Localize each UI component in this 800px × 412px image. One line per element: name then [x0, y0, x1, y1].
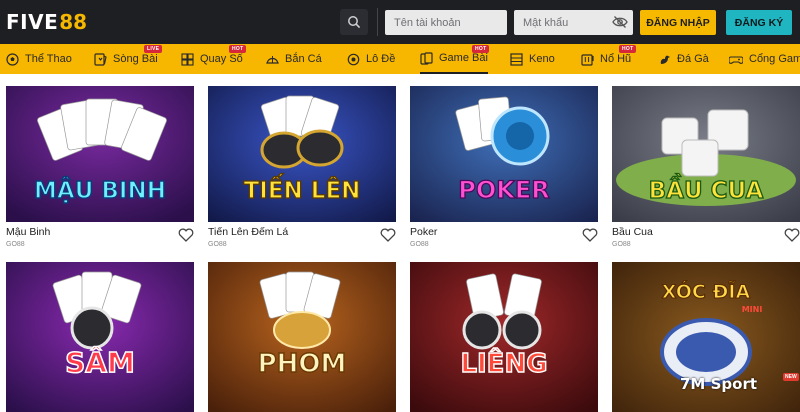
nav-label: Quay Số: [200, 53, 243, 65]
nav-label: Đá Gà: [677, 53, 709, 65]
nav-item-keno[interactable]: Keno: [510, 44, 555, 74]
game-provider: GO88: [612, 241, 631, 248]
nav-label: Thể Thao: [25, 53, 72, 65]
game-title: Poker: [410, 226, 438, 238]
game-thumbnail[interactable]: TIẾN LÊN: [208, 86, 396, 222]
game-provider: GO88: [6, 241, 25, 248]
search-button[interactable]: [340, 9, 368, 35]
hot-badge: HOT: [472, 45, 490, 53]
game-thumbnail[interactable]: SÂM: [6, 262, 194, 412]
nav-item-lo-de[interactable]: Lô Đề: [347, 44, 395, 74]
keno-board-icon: [510, 52, 523, 66]
live-badge: LIVE: [144, 45, 163, 53]
login-button[interactable]: ĐĂNG NHẬP: [640, 10, 716, 35]
nav-item-cong-game[interactable]: Cổng Game: [729, 44, 800, 74]
nav-label: Keno: [529, 53, 555, 65]
game-thumbnail[interactable]: MẬU BINH: [6, 86, 194, 222]
game-title: Tiến Lên Đếm Lá: [208, 226, 289, 238]
logo-text-five: FIVE: [6, 10, 59, 34]
nav-item-da-ga[interactable]: Đá Gà: [658, 44, 709, 74]
7m-sport-watermark: 7M Sport: [680, 375, 758, 393]
eye-off-icon[interactable]: [612, 15, 628, 29]
art-subtitle: MINI: [742, 305, 763, 314]
nav-label: Game Bài: [439, 52, 488, 64]
nav-label: Lô Đề: [366, 53, 396, 65]
top-header: FIVE 88 ĐĂNG NHẬP ĐĂNG KÝ: [0, 0, 800, 44]
nav-item-song-bai[interactable]: Sòng Bài LIVE: [94, 44, 163, 74]
nav-item-the-thao[interactable]: Thể Thao: [6, 44, 72, 74]
favorite-heart-icon[interactable]: [784, 228, 800, 242]
five88-logo[interactable]: FIVE 88: [6, 8, 87, 36]
game-title: Mậu Binh: [6, 226, 51, 238]
art-title: XÓC ĐĨA: [662, 279, 751, 303]
search-icon: [348, 16, 361, 29]
new-badge: NEW: [783, 373, 799, 381]
nav-item-game-bai[interactable]: Game Bài HOT: [420, 44, 490, 74]
nav-label: Sòng Bài: [113, 53, 158, 65]
lottery-grid-icon: [181, 52, 194, 66]
game-provider: GO88: [208, 241, 227, 248]
nav-label: Nổ Hũ: [600, 53, 632, 65]
register-button[interactable]: ĐĂNG KÝ: [726, 10, 792, 35]
soccer-ball-icon: [6, 52, 19, 66]
nav-item-no-hu[interactable]: Nổ Hũ HOT: [581, 44, 637, 74]
nav-label: Cổng Game: [749, 53, 800, 65]
art-title: TIẾN LÊN: [244, 173, 361, 204]
favorite-heart-icon[interactable]: [582, 228, 598, 242]
lotto-ball-icon: [347, 53, 360, 65]
favorite-heart-icon[interactable]: [178, 228, 194, 242]
hot-badge: HOT: [229, 45, 247, 53]
art-title: BẦU CUA: [649, 173, 764, 204]
favorite-heart-icon[interactable]: [380, 228, 396, 242]
game-title: Bầu Cua: [612, 226, 653, 238]
gamepad-icon: [729, 55, 743, 64]
category-nav: Thể Thao Sòng Bài LIVE Quay Số HOT Bắn C…: [0, 44, 800, 74]
nav-item-quay-so[interactable]: Quay Số HOT: [181, 44, 247, 74]
nav-item-ban-ca[interactable]: Bắn Cá: [266, 44, 322, 74]
art-title: POKER: [458, 176, 549, 204]
art-title: PHOM: [258, 349, 347, 379]
game-thumbnail[interactable]: LIÊNG: [410, 262, 598, 412]
game-provider: GO88: [410, 241, 429, 248]
logo-text-88: 88: [59, 10, 88, 34]
game-grid: MẬU BINH Mậu Binh GO88 TIẾN LÊN Tiến Lên…: [0, 74, 800, 412]
nav-label: Bắn Cá: [285, 53, 322, 65]
art-title: SÂM: [65, 345, 135, 379]
username-field[interactable]: [385, 10, 507, 35]
slot-machine-icon: [581, 53, 594, 66]
art-title: LIÊNG: [460, 347, 547, 379]
rooster-icon: [660, 55, 670, 64]
game-thumbnail[interactable]: BẦU CUA: [612, 86, 800, 222]
game-thumbnail[interactable]: PHOM: [208, 262, 396, 412]
game-thumbnail[interactable]: POKER: [410, 86, 598, 222]
hot-badge: HOT: [619, 45, 637, 53]
fish-icon: [266, 55, 279, 64]
casino-chip-icon: [94, 52, 107, 66]
art-title: MẬU BINH: [34, 176, 166, 204]
header-divider: [377, 8, 378, 36]
playing-cards-icon: [420, 51, 433, 65]
